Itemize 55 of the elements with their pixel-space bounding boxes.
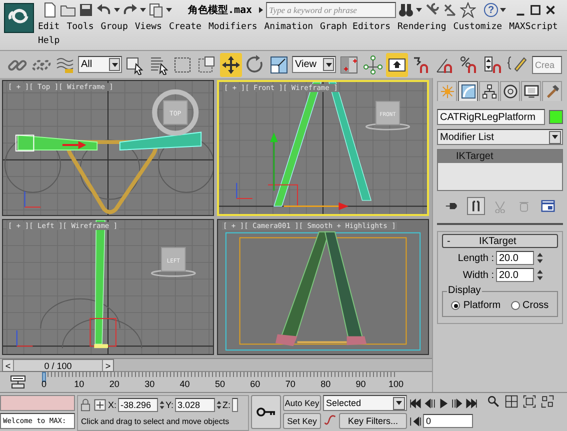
set-key-button[interactable]: Set Key	[283, 413, 321, 429]
menu-item[interactable]: Views	[134, 20, 162, 34]
spinner-label: Width :	[462, 270, 494, 280]
menu-item[interactable]: Animation	[264, 20, 314, 34]
coordinate-label: Y:	[166, 400, 174, 410]
auto-key-button[interactable]: Auto Key	[283, 395, 321, 411]
window-title: 角色模型.max	[188, 4, 252, 17]
frame-tick-label: 40	[180, 379, 190, 389]
menu-item[interactable]: Help	[38, 34, 60, 48]
frame-tick-label: 10	[74, 379, 84, 389]
frame-tick-label: 50	[215, 379, 225, 389]
coordinate-label: X:	[108, 400, 117, 410]
menu-item[interactable]: Create	[168, 20, 202, 34]
radio-label[interactable]: Platform	[463, 300, 501, 311]
help-button[interactable]: ?	[484, 3, 498, 17]
frame-tick-label: 60	[250, 379, 260, 389]
coordinate-label: Z:	[222, 400, 231, 410]
dropdown[interactable]: All	[78, 56, 122, 73]
key-filters-button[interactable]: Key Filters...	[339, 413, 407, 429]
previous-frame-button[interactable]: <	[3, 360, 14, 371]
status-prompt: Click and drag to select and move objects	[80, 416, 230, 428]
rollout-header[interactable]: - IKTarget	[442, 234, 558, 248]
menu-item[interactable]: Edit	[38, 20, 60, 34]
menu-item[interactable]: Customize	[453, 20, 502, 34]
menu-item[interactable]: Graph Editors	[320, 20, 390, 34]
spinner-label: Length :	[458, 252, 494, 264]
frame-position: 0 / 100	[43, 360, 73, 371]
time-slider-thumb[interactable]: < 0 / 100 >	[2, 359, 114, 372]
coordinate-field[interactable]: 3.028	[174, 398, 215, 412]
frame-tick-label: 30	[144, 379, 155, 389]
spinner-field[interactable]: 20.0	[496, 251, 534, 265]
spinner-field[interactable]: 20.0	[496, 268, 534, 282]
frame-tick-label: 90	[356, 379, 366, 389]
menu-item[interactable]: Group	[100, 20, 128, 34]
current-frame-field[interactable]: 0	[423, 414, 473, 428]
collapse-sign[interactable]: -	[447, 236, 450, 246]
radio-label[interactable]: Cross	[522, 300, 549, 311]
frame-tick-label: 100	[388, 379, 404, 389]
object-name-field[interactable]: CATRigRLegPlatform	[437, 109, 545, 125]
menu-item[interactable]: MAXScript	[509, 20, 558, 34]
stack-item[interactable]: IKTarget	[438, 150, 562, 163]
frame-tick-label: 80	[320, 379, 331, 389]
frame-tick-label: 70	[285, 379, 296, 389]
coordinate-field[interactable]: -38.296	[118, 398, 158, 412]
rollout-title: IKTarget	[478, 236, 518, 246]
menu-item[interactable]: Rendering	[398, 20, 446, 34]
menu-item[interactable]: Modifiers	[208, 20, 258, 34]
modifier-list-dropdown[interactable]: Modifier List	[437, 129, 563, 145]
frame-tick-label: 20	[109, 379, 120, 389]
next-frame-button[interactable]: >	[102, 360, 113, 371]
frame-tick-label: 0	[42, 379, 46, 389]
group-label: Display	[447, 285, 482, 296]
menu-item[interactable]: Tools	[66, 20, 94, 34]
key-mode-dropdown[interactable]: Selected	[323, 395, 407, 411]
dropdown[interactable]: View	[292, 56, 336, 73]
